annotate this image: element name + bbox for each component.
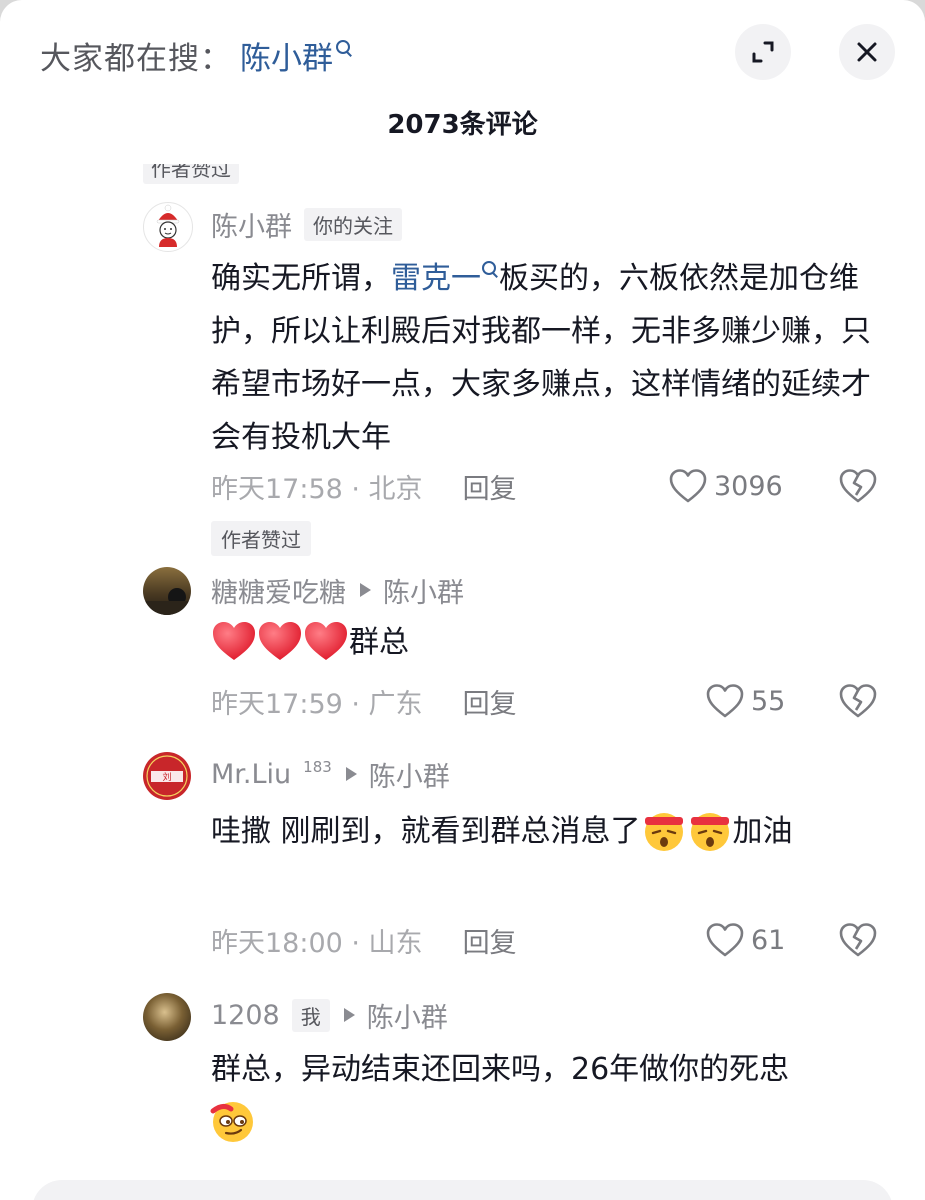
comment-text-part: 群总，异动结束还回来吗，26年做你的死忠 (211, 1052, 790, 1087)
user-level-badge: 183 (303, 758, 332, 776)
reply-to-user[interactable]: 陈小群 (369, 755, 450, 794)
reply-button[interactable]: 回复 (463, 467, 517, 506)
comment-text-part: 群总 (349, 625, 409, 660)
headband-cheer-emoji (644, 812, 683, 851)
comment-meta: 昨天17:59 · 广东 回复 (211, 681, 517, 721)
heart-outline-icon (706, 684, 744, 718)
comment-text: 群总 (211, 616, 891, 669)
comment-count-title: 2073条评论 (387, 110, 538, 140)
trending-search-prefix: 大家都在搜： (40, 40, 232, 77)
search-icon (481, 260, 499, 278)
avatar-image (156, 204, 180, 247)
expand-button[interactable] (735, 24, 791, 80)
dislike-button[interactable] (838, 681, 878, 721)
search-icon (335, 39, 353, 57)
comment-time-location: 昨天17:59 · 广东 (211, 688, 423, 720)
comment-input-bar[interactable] (32, 1180, 893, 1200)
reply-arrow-icon (343, 1008, 355, 1022)
trending-search[interactable]: 大家都在搜： 陈小群 (40, 30, 353, 80)
reply-button[interactable]: 回复 (463, 682, 517, 721)
comment-author[interactable]: 1208 (211, 1000, 280, 1031)
close-button[interactable] (839, 24, 895, 80)
comment-header: 陈小群 你的关注 (211, 205, 402, 244)
comments-sheet: 大家都在搜： 陈小群 2073条评论 作者赞过 陈小群 你的关注 确实无所谓，雷… (0, 0, 925, 1200)
broken-heart-icon (839, 469, 877, 503)
avatar-image: 刘 (146, 755, 188, 797)
svg-text:刘: 刘 (162, 771, 171, 783)
avatar[interactable] (143, 993, 191, 1041)
reply-button[interactable]: 回复 (463, 921, 517, 960)
expand-icon (752, 41, 774, 63)
reply-to-user[interactable]: 陈小群 (367, 996, 448, 1035)
comment-meta: 昨天17:58 · 北京 回复 (211, 466, 517, 506)
smirk-emoji (210, 1102, 253, 1142)
comment-author[interactable]: Mr.Liu (211, 759, 291, 790)
comment-header: 1208 我 陈小群 (211, 996, 448, 1035)
comment-author[interactable]: 陈小群 (211, 205, 292, 244)
author-liked-tag: 作者赞过 (211, 521, 311, 556)
avatar-image (143, 588, 191, 615)
heart-outline-icon (706, 923, 744, 957)
broken-heart-icon (839, 923, 877, 957)
trending-search-term[interactable]: 陈小群 (240, 33, 333, 78)
reply-arrow-icon (360, 583, 371, 597)
comment-time-location: 昨天17:58 · 北京 (211, 473, 423, 505)
comment-text: 确实无所谓，雷克一 板买的，六板依然是加仓维护，所以让利殿后对我都一样，无非多赚少… (211, 252, 891, 464)
reply-to-user[interactable]: 陈小群 (383, 571, 464, 610)
comment-text-part: 加油 (732, 814, 793, 849)
emoji-row (209, 1097, 257, 1149)
broken-heart-icon (839, 684, 877, 718)
red-heart-emoji (259, 621, 301, 660)
red-heart-emoji (305, 621, 347, 660)
comment-text: 哇撒 刚刷到，就看到群总消息了 加油 (211, 805, 891, 858)
search-link[interactable]: 雷克一 (391, 261, 481, 296)
headband-cheer-emoji (690, 812, 729, 851)
avatar[interactable]: 刘 (143, 752, 191, 800)
comment-text: 群总，异动结束还回来吗，26年做你的死忠 (211, 1043, 891, 1096)
avatar[interactable] (143, 567, 191, 615)
comment-time-location: 昨天18:00 · 山东 (211, 927, 423, 959)
red-heart-emoji (213, 621, 255, 660)
close-icon (857, 42, 877, 62)
dislike-button[interactable] (838, 920, 878, 960)
me-tag: 我 (291, 998, 330, 1032)
following-tag: 你的关注 (304, 207, 402, 241)
comment-text-part: 哇撒 刚刷到，就看到群总消息了 (211, 814, 641, 849)
like-button[interactable]: 3096 (668, 466, 783, 506)
clipped-liked-tag: 作者赞过 (143, 164, 239, 186)
heart-outline-icon (669, 469, 707, 503)
comment-meta: 昨天18:00 · 山东 回复 (211, 920, 517, 960)
avatar[interactable] (143, 202, 193, 252)
comment-header: Mr.Liu 183 陈小群 (211, 755, 450, 794)
reply-arrow-icon (345, 767, 357, 781)
like-count: 61 (751, 924, 786, 956)
like-button[interactable]: 61 (705, 920, 785, 960)
comment-header: 糖糖爱吃糖 陈小群 (211, 571, 464, 610)
like-count: 55 (751, 685, 786, 717)
dislike-button[interactable] (838, 466, 878, 506)
like-button[interactable]: 55 (705, 681, 785, 721)
clipped-liked-tag-label: 作者赞过 (143, 164, 239, 184)
like-count: 3096 (714, 470, 783, 502)
comment-text-part: 确实无所谓， (211, 261, 391, 296)
comment-author[interactable]: 糖糖爱吃糖 (211, 571, 346, 610)
